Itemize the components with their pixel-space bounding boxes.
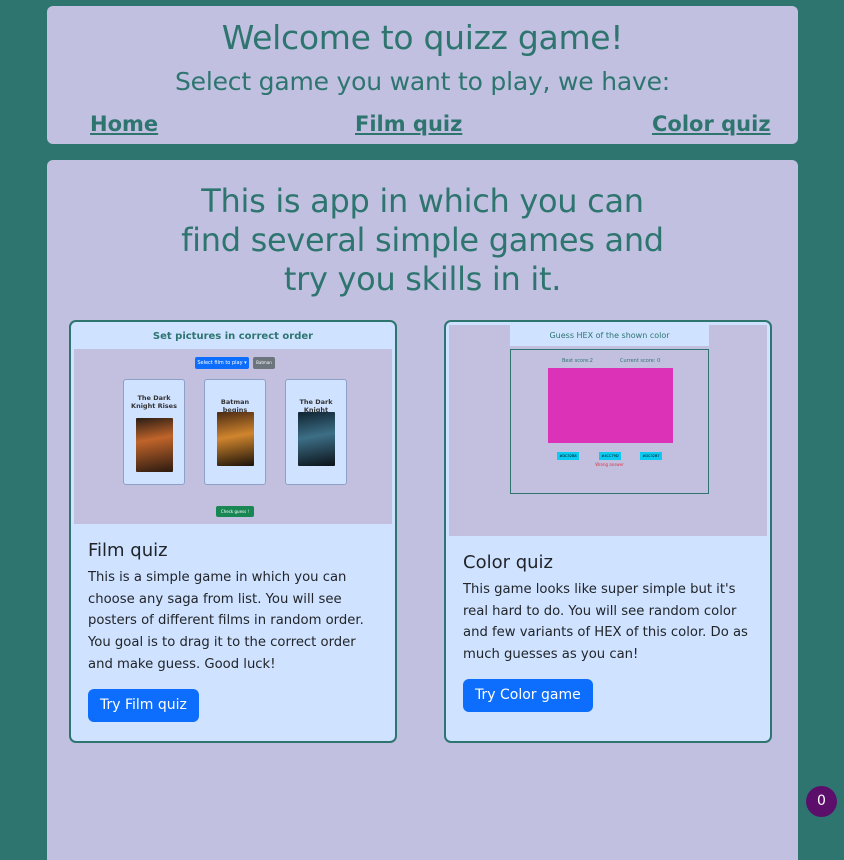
film-preview-select: Select film to play ▾ — [195, 357, 249, 369]
poster-image — [298, 412, 335, 466]
film-quiz-card: Set pictures in correct order Select fil… — [69, 320, 397, 743]
color-quiz-card: Guess HEX of the shown color Best score:… — [444, 320, 772, 743]
color-quiz-preview-image: Guess HEX of the shown color Best score:… — [449, 325, 767, 536]
page-title: Welcome to quizz game! — [221, 18, 624, 57]
main-panel: This is app in which you can find severa… — [47, 160, 798, 860]
nav-link-color-quiz[interactable]: Color quiz — [652, 112, 771, 136]
best-score: Best score:2 — [562, 358, 593, 364]
film-preview-poster: The Dark Knight Rises — [123, 379, 185, 485]
film-quiz-preview-image: Set pictures in correct order Select fil… — [74, 325, 392, 524]
header-panel: Welcome to quizz game! Select game you w… — [47, 6, 798, 144]
card-text: This is a simple game in which you can c… — [88, 570, 364, 672]
nav-link-film-quiz[interactable]: Film quiz — [355, 112, 462, 136]
notification-badge[interactable]: 0 — [806, 786, 837, 817]
color-preview-heading: Guess HEX of the shown color — [510, 325, 709, 346]
try-film-quiz-button[interactable]: Try Film quiz — [88, 688, 199, 722]
intro-text: This is app in which you can find severa… — [181, 182, 664, 298]
try-color-game-button[interactable]: Try Color game — [463, 678, 593, 712]
film-preview-heading: Set pictures in correct order — [74, 325, 392, 349]
card-text: This game looks like super simple but it… — [463, 582, 748, 663]
page-subtitle: Select game you want to play, we have: — [175, 67, 670, 96]
film-preview-poster: Batman begins — [204, 379, 266, 485]
current-score: Current score: 0 — [620, 358, 661, 364]
poster-image — [136, 418, 173, 472]
hex-option: #DC32B7 — [640, 452, 662, 460]
wrong-answer-text: Wrong answer — [595, 462, 624, 467]
film-preview-check-button: Check guess ! — [216, 506, 254, 517]
card-title: Color quiz — [463, 552, 553, 573]
card-title: Film quiz — [88, 540, 168, 561]
hex-option: #DC32B8 — [557, 452, 579, 460]
color-swatch — [548, 368, 673, 443]
film-preview-poster: The Dark Knight — [285, 379, 347, 485]
nav-link-home[interactable]: Home — [90, 112, 158, 136]
poster-image — [217, 412, 254, 466]
film-preview-small-button: Batman — [253, 357, 275, 369]
hex-option: #4CC79D — [599, 452, 621, 460]
color-preview-game-box: Best score:2 Current score: 0 #DC32B8 #4… — [510, 349, 709, 494]
